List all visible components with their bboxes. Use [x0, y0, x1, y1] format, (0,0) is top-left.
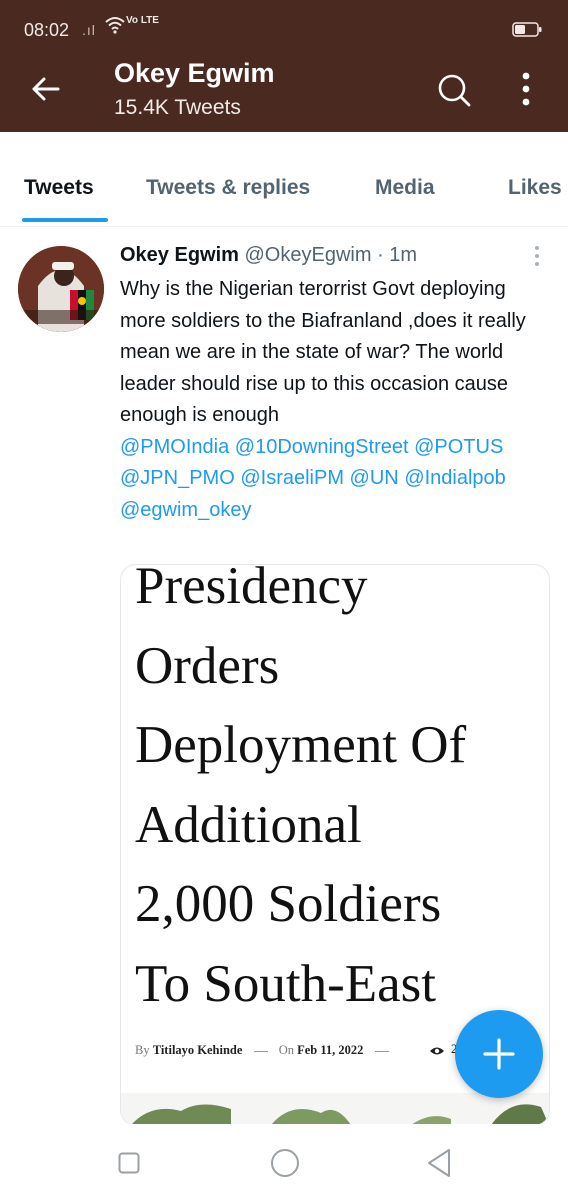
tweet-author[interactable]: Okey Egwim — [120, 244, 239, 266]
tweet-header: Okey Egwim @OkeyEgwim · 1m — [120, 244, 417, 267]
headline-line: Presidency — [135, 564, 368, 615]
more-vertical-icon[interactable] — [512, 70, 540, 108]
byline-prefix: By — [135, 1043, 150, 1057]
article-byline: By Titilayo Kehinde On Feb 11, 2022 — [135, 1043, 397, 1058]
profile-tabs: Tweets Tweets & replies Media Likes — [0, 132, 568, 227]
tab-tweets[interactable]: Tweets — [24, 176, 94, 200]
article-headline: Presidency Orders Deployment Of Addition… — [135, 564, 545, 1024]
tab-media[interactable]: Media — [375, 176, 435, 200]
tweet-body: Why is the Nigerian terorrist Govt deplo… — [120, 274, 540, 526]
tweet-text: Why is the Nigerian terorrist Govt deplo… — [120, 278, 526, 426]
tweet-mentions: @PMOIndia @10DowningStreet @POTUS @JPN_P… — [120, 432, 540, 527]
byline-author: Titilayo Kehinde — [152, 1043, 243, 1057]
tweet-count: 15.4K Tweets — [114, 96, 241, 119]
tweet-separator: · — [377, 244, 384, 266]
mention-link[interactable]: @IsraeliPM — [240, 467, 344, 489]
mention-link[interactable]: @POTUS — [414, 436, 503, 458]
tab-likes[interactable]: Likes — [508, 176, 562, 200]
search-icon[interactable] — [436, 72, 472, 108]
avatar[interactable] — [18, 246, 104, 332]
mention-link[interactable]: @Indialpob — [404, 467, 505, 489]
byline-divider — [374, 1050, 389, 1052]
mention-link[interactable]: @UN — [350, 467, 399, 489]
home-icon[interactable] — [270, 1148, 300, 1178]
headline-line: Deployment Of — [135, 716, 467, 774]
tweet-handle[interactable]: @OkeyEgwim — [245, 244, 372, 266]
wifi-icon — [105, 17, 125, 34]
battery-icon — [512, 22, 542, 37]
article-photo — [121, 1093, 549, 1125]
headline-line: Additional — [135, 795, 362, 854]
volte-label: Vo LTE — [126, 15, 159, 26]
compose-tweet-button[interactable] — [455, 1010, 543, 1098]
mention-link[interactable]: @egwim_okey — [120, 499, 251, 521]
profile-name: Okey Egwim — [114, 58, 275, 88]
status-time: 08:02 — [24, 20, 70, 40]
back-triangle-icon[interactable] — [426, 1148, 452, 1178]
byline-date: Feb 11, 2022 — [297, 1043, 364, 1057]
headline-line: Orders — [135, 636, 280, 695]
app-header: 08:02 .ıl Vo LTE Okey Egwim 15.4K Tweets — [0, 0, 568, 132]
recent-apps-icon[interactable] — [118, 1152, 140, 1174]
back-arrow-icon[interactable] — [28, 72, 62, 106]
system-nav-bar — [0, 1124, 568, 1200]
tweet-more-icon[interactable] — [530, 244, 544, 268]
byline-divider — [253, 1050, 268, 1052]
tweet-time: 1m — [389, 244, 418, 266]
mention-link[interactable]: @10DowningStreet — [235, 436, 409, 458]
date-prefix: On — [278, 1043, 294, 1057]
tab-tweets-replies[interactable]: Tweets & replies — [146, 176, 310, 200]
headline-line: 2,000 Soldiers — [135, 875, 442, 933]
eye-icon — [430, 1047, 444, 1055]
mention-link[interactable]: @JPN_PMO — [120, 467, 235, 489]
active-tab-indicator — [22, 218, 108, 222]
signal-icon: .ıl — [82, 22, 96, 38]
mention-link[interactable]: @PMOIndia — [120, 436, 229, 458]
